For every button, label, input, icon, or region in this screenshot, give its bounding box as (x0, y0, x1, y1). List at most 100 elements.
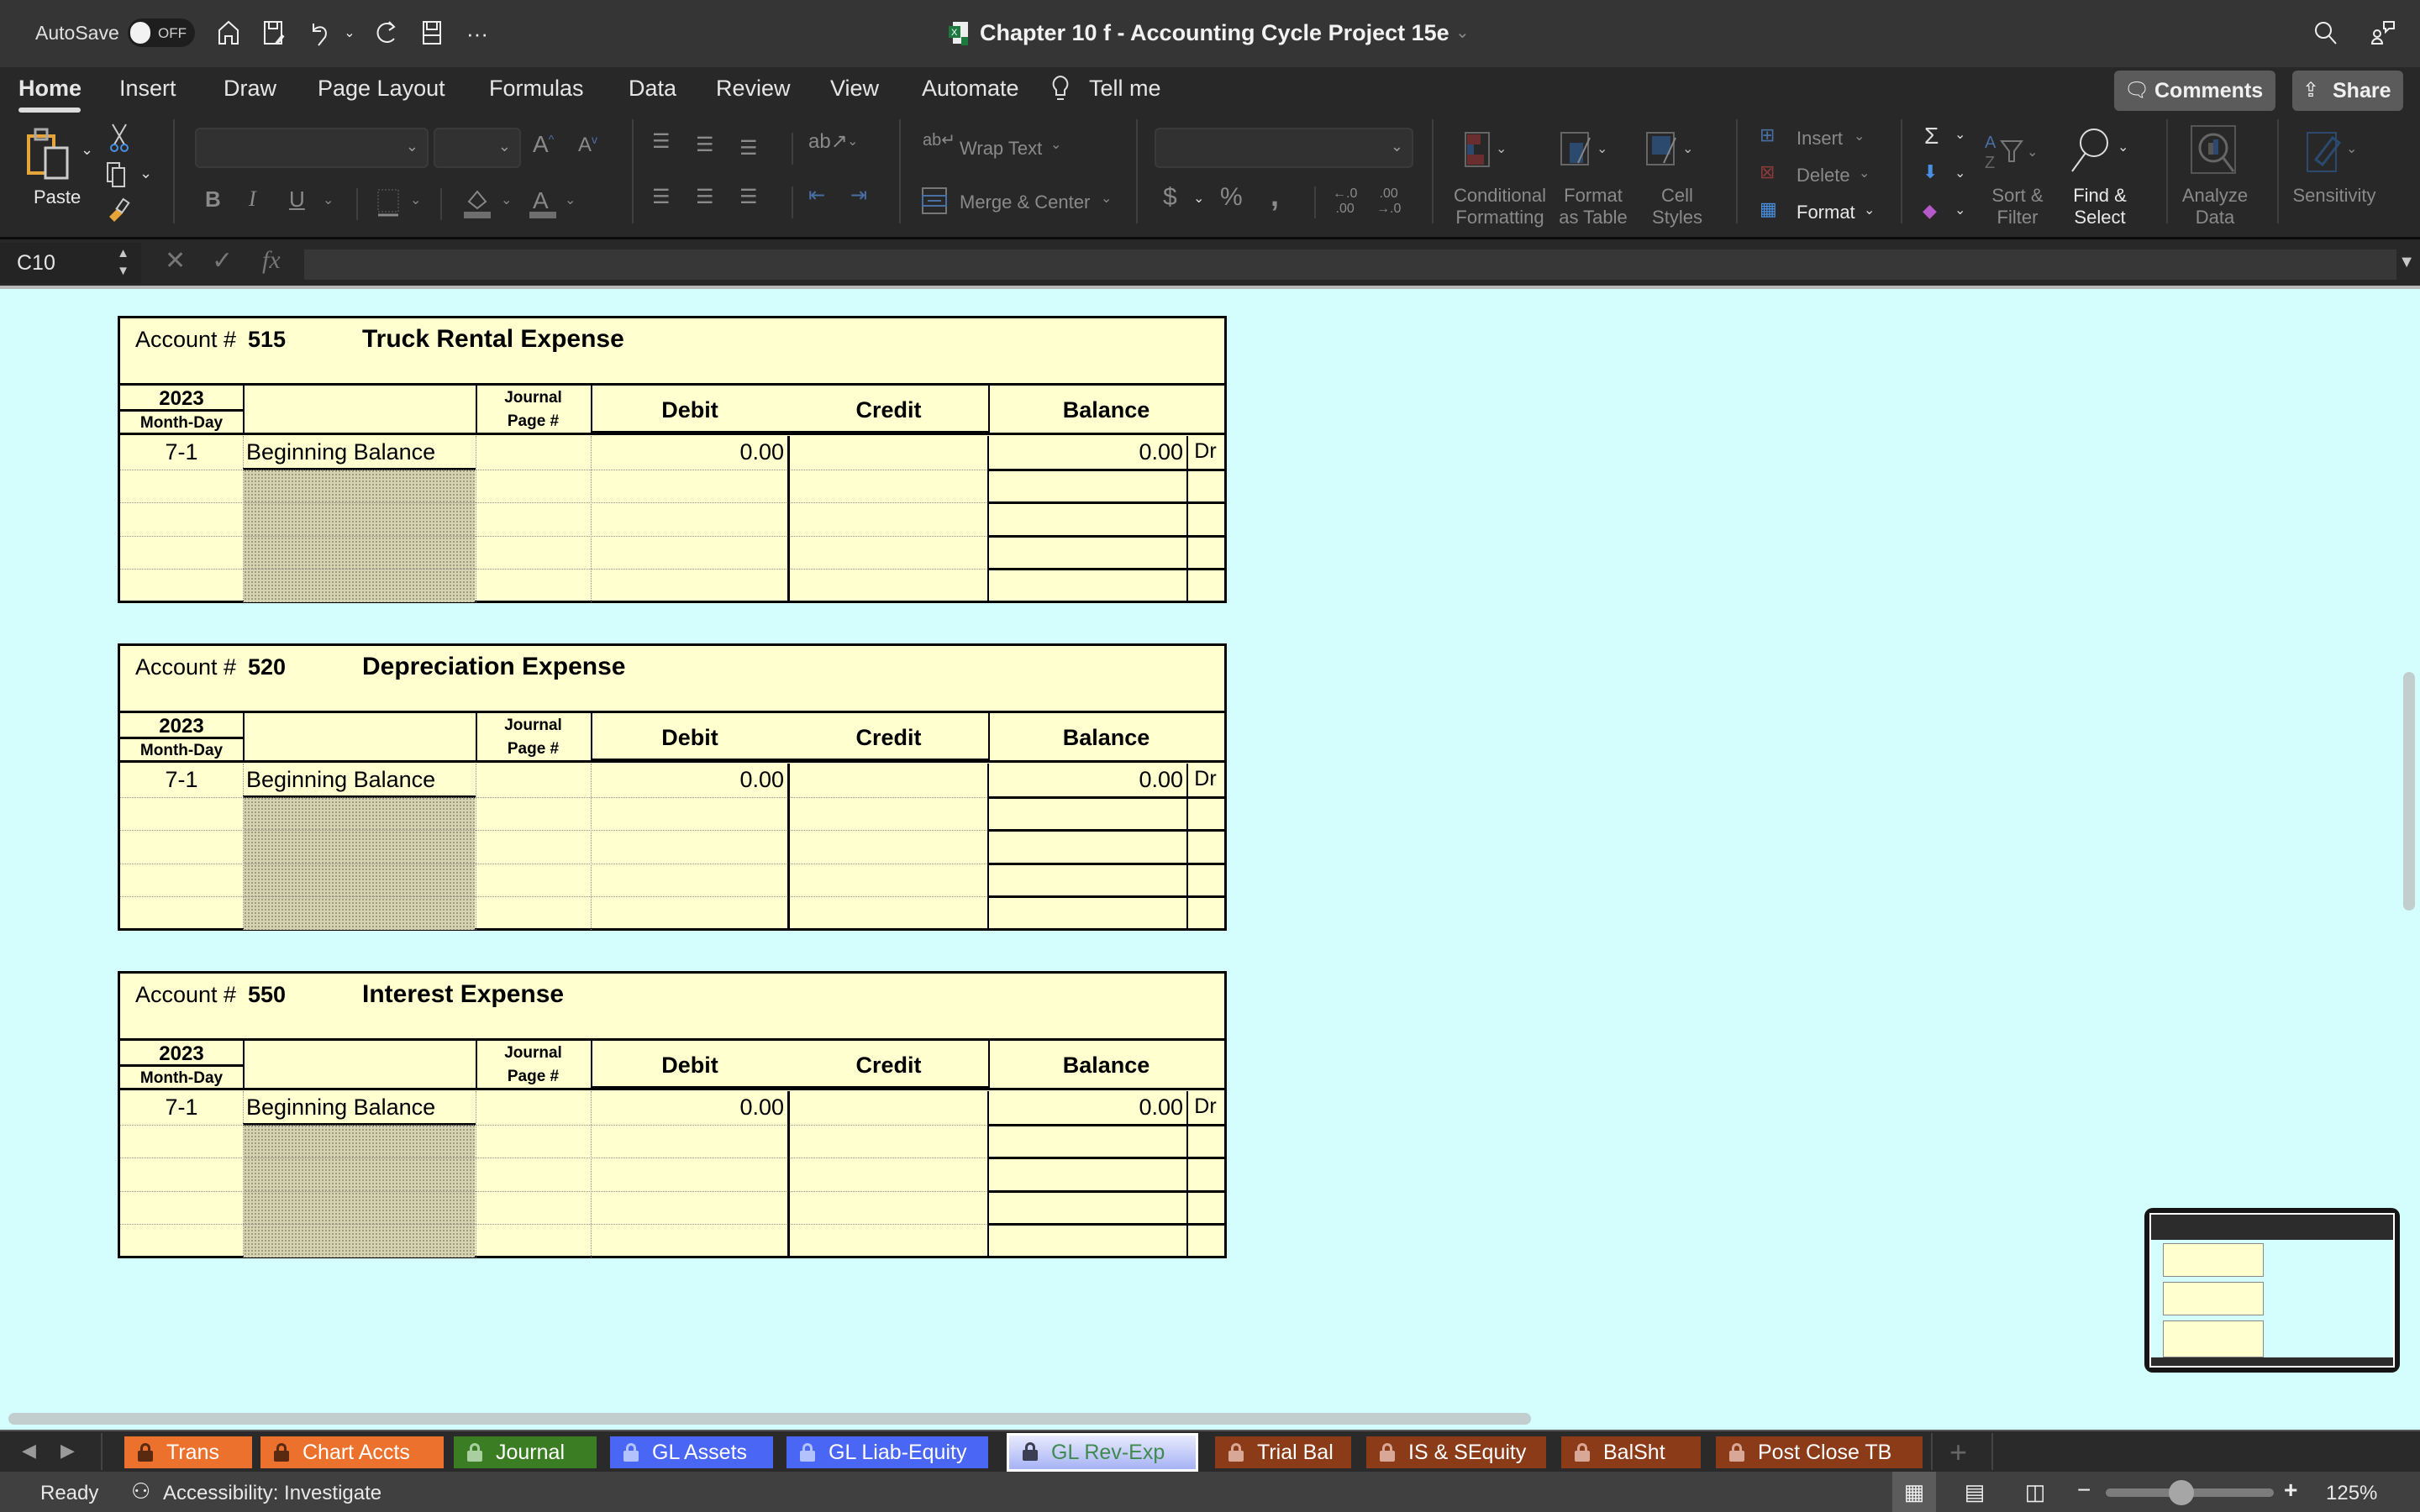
undo-icon[interactable] (304, 18, 334, 49)
formula-input[interactable] (304, 249, 2396, 280)
page-layout-view-button[interactable]: ▤ (1953, 1472, 1996, 1512)
borders-dropdown-icon[interactable]: ⌄ (410, 192, 421, 208)
balance-cell[interactable]: 0.00 (988, 767, 1183, 793)
account-name[interactable]: Depreciation Expense (362, 653, 625, 681)
analyze-data-button[interactable]: Analyze Data (2173, 185, 2257, 228)
copy-dropdown-icon[interactable]: ⌄ (139, 165, 152, 182)
format-cells-icon[interactable]: ▦ (1760, 198, 1777, 220)
wrap-text-button[interactable]: Wrap Text (960, 138, 1042, 160)
drcr-cell[interactable]: Dr (1186, 767, 1224, 791)
merge-center-icon[interactable] (921, 186, 948, 219)
align-left-icon[interactable]: ☰ (652, 185, 671, 209)
zoom-level[interactable]: 125% (2326, 1482, 2377, 1505)
insert-function-button[interactable]: fx (262, 246, 281, 275)
expand-formula-bar-icon[interactable]: ▼ (2398, 253, 2415, 272)
sheet-tab-gl-assets[interactable]: GL Assets (610, 1436, 773, 1468)
orientation-icon[interactable]: ab↗ (808, 129, 848, 154)
align-top-icon[interactable]: ☰ (652, 129, 671, 154)
screenshot-thumbnail[interactable] (2144, 1208, 2400, 1373)
decrease-indent-icon[interactable]: ⇤ (808, 183, 825, 207)
delete-cells-icon[interactable]: ⊠ (1760, 161, 1775, 183)
drcr-cell[interactable]: Dr (1186, 1095, 1224, 1119)
sheet-tab-chart-accts[interactable]: Chart Accts (260, 1436, 444, 1468)
number-format-combo[interactable]: ⌄ (1155, 128, 1413, 168)
decrease-font-size-icon[interactable]: Av (578, 133, 597, 157)
title-chevron-icon[interactable]: ⌄ (1455, 22, 1470, 43)
clear-dropdown-icon[interactable]: ⌄ (1954, 202, 1965, 218)
horizontal-scrollbar[interactable] (8, 1413, 1531, 1425)
cut-icon[interactable] (108, 123, 131, 157)
currency-dropdown-icon[interactable]: ⌄ (1193, 190, 1204, 207)
name-box-stepper[interactable]: ▲ ▼ (117, 244, 129, 280)
redo-icon[interactable] (371, 18, 402, 49)
underline-dropdown-icon[interactable]: ⌄ (323, 192, 334, 208)
next-sheet-icon[interactable]: ▶ (60, 1440, 75, 1462)
save-icon[interactable] (417, 18, 447, 49)
sensitivity-icon[interactable]: ⌄ (2306, 128, 2365, 179)
debit-cell[interactable]: 0.00 (591, 767, 784, 793)
autosave-toggle[interactable]: OFF (128, 18, 195, 47)
zoom-out-button[interactable]: − (2077, 1477, 2091, 1504)
accessibility-icon[interactable]: ⚇ (131, 1478, 150, 1504)
tab-formulas[interactable]: Formulas (489, 76, 584, 102)
insert-dropdown-icon[interactable]: ⌄ (1854, 128, 1865, 144)
delete-dropdown-icon[interactable]: ⌄ (1859, 165, 1870, 181)
sort-filter-button[interactable]: Sort & Filter (1980, 185, 2055, 228)
conditional-formatting-button[interactable]: Conditional Formatting (1447, 185, 1553, 228)
add-sheet-button[interactable]: + (1949, 1435, 1967, 1470)
bold-button[interactable]: B (205, 186, 221, 213)
sheet-tab-trans[interactable]: Trans (124, 1436, 252, 1468)
increase-decimal-icon[interactable]: ←.0.00 (1333, 186, 1357, 217)
comments-button[interactable]: 🗨 Comments (2114, 71, 2275, 111)
align-bottom-icon[interactable]: ☰ (739, 136, 758, 160)
insert-cells-button[interactable]: Insert (1797, 128, 1843, 150)
font-size-combo[interactable]: ⌄ (434, 128, 521, 168)
autosum-icon[interactable]: Σ (1924, 123, 1939, 150)
sheet-tab-trial-bal[interactable]: Trial Bal (1215, 1436, 1351, 1468)
font-color-dropdown-icon[interactable]: ⌄ (565, 192, 576, 208)
fill-icon[interactable]: ⬇ (1923, 161, 1938, 183)
undo-dropdown-icon[interactable]: ⌄ (341, 18, 358, 49)
vertical-scrollbar[interactable] (2403, 672, 2415, 911)
date-cell[interactable]: 7-1 (120, 767, 243, 793)
account-name[interactable]: Truck Rental Expense (362, 325, 624, 354)
decrease-decimal-icon[interactable]: .00 →.0 (1376, 186, 1401, 217)
wrap-text-dropdown-icon[interactable]: ⌄ (1050, 136, 1061, 153)
account-name[interactable]: Interest Expense (362, 980, 564, 1009)
find-select-icon[interactable]: ⌄ (2067, 124, 2134, 179)
tab-automate[interactable]: Automate (922, 76, 1019, 102)
orientation-dropdown-icon[interactable]: ⌄ (847, 133, 858, 150)
cancel-entry-icon[interactable]: ✕ (165, 246, 186, 276)
collaborate-icon[interactable] (2368, 18, 2398, 49)
sheet-tab-gl-rev-exp[interactable]: GL Rev-Exp (1007, 1433, 1198, 1472)
tab-insert[interactable]: Insert (119, 76, 176, 102)
align-middle-icon[interactable]: ☰ (696, 133, 714, 157)
normal-view-button[interactable]: ▦ (1892, 1472, 1936, 1512)
clear-icon[interactable]: ◆ (1923, 200, 1937, 222)
tab-data[interactable]: Data (629, 76, 676, 102)
fill-color-icon[interactable] (462, 186, 492, 224)
tab-home[interactable]: Home (18, 76, 82, 102)
autosum-dropdown-icon[interactable]: ⌄ (1954, 126, 1965, 143)
balance-cell[interactable]: 0.00 (988, 1095, 1183, 1121)
align-center-icon[interactable]: ☰ (696, 185, 714, 209)
sheet-tab-gl-liab-equity[interactable]: GL Liab-Equity (786, 1436, 988, 1468)
share-button[interactable]: ⇪ Share (2292, 71, 2403, 111)
confirm-entry-icon[interactable]: ✓ (212, 246, 233, 276)
description-cell[interactable]: Beginning Balance (246, 1095, 435, 1121)
tab-review[interactable]: Review (716, 76, 791, 102)
zoom-in-button[interactable]: + (2284, 1477, 2297, 1504)
account-number[interactable]: 550 (248, 982, 286, 1008)
tab-draw[interactable]: Draw (224, 76, 276, 102)
italic-button[interactable]: I (249, 186, 256, 212)
tell-me-search[interactable]: Tell me (1089, 76, 1161, 102)
borders-icon[interactable] (375, 188, 402, 221)
debit-cell[interactable]: 0.00 (591, 439, 784, 465)
paste-icon[interactable] (25, 126, 72, 184)
percent-format-button[interactable]: % (1220, 183, 1243, 212)
home-icon[interactable] (213, 18, 244, 49)
increase-font-size-icon[interactable]: A^ (533, 131, 554, 158)
delete-cells-button[interactable]: Delete (1797, 165, 1850, 186)
wrap-text-icon[interactable]: ab↵ (923, 129, 955, 150)
accessibility-status[interactable]: Accessibility: Investigate (163, 1482, 381, 1505)
